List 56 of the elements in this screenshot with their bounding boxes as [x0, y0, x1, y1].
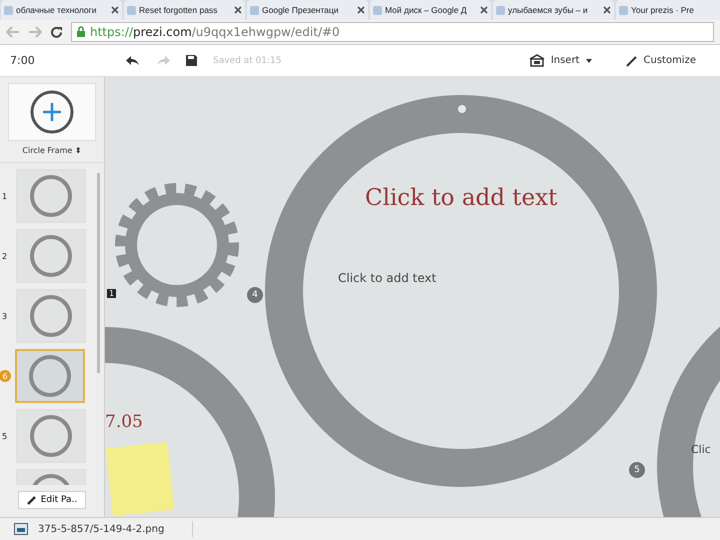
download-item[interactable]: 375-5-857/5-149-4-2.png [6, 521, 193, 537]
customize-button[interactable]: Customize [622, 52, 700, 68]
frame-title[interactable]: 7.05 [105, 412, 143, 432]
slide-thumbnail[interactable] [16, 469, 86, 485]
favicon-icon [250, 6, 259, 14]
lock-icon [76, 26, 86, 38]
insert-icon [528, 54, 545, 67]
saved-status: Saved at 01:15 [213, 56, 282, 66]
frame-title[interactable]: Click to add text [365, 185, 558, 211]
insert-button[interactable]: Insert [524, 52, 596, 69]
favicon-icon [496, 6, 505, 14]
path-marker[interactable]: 4 [247, 287, 263, 303]
slide-number: 3 [2, 312, 8, 320]
browser-tab[interactable]: Reset forgotten pass [124, 0, 245, 20]
close-icon[interactable] [234, 6, 242, 14]
undo-icon[interactable] [126, 56, 140, 66]
favicon-icon [4, 6, 13, 14]
caret-icon [586, 58, 592, 62]
image-file-icon [14, 523, 28, 535]
slide-thumbnail[interactable] [16, 409, 86, 463]
pencil-icon [626, 54, 638, 66]
browser-tab[interactable]: улыбаемся зубы – и [493, 0, 614, 20]
slide-thumbnail[interactable] [16, 229, 86, 283]
gear-icon [115, 183, 239, 307]
close-icon[interactable] [111, 6, 119, 14]
browser-tab[interactable]: Your prezis · Pre [616, 0, 720, 20]
browser-tab[interactable]: Мой диск – Google Д [370, 0, 491, 20]
slide-badge: 6 [0, 370, 11, 382]
slide-thumbnail[interactable] [15, 349, 85, 403]
add-circle-icon [29, 89, 75, 135]
favicon-icon [127, 6, 136, 14]
close-icon[interactable] [357, 6, 365, 14]
edit-path-button[interactable]: Edit Pa.. [18, 491, 86, 509]
frame-tag: 1 [107, 289, 116, 298]
slide-thumbnail[interactable] [16, 289, 86, 343]
frame-type-dropdown[interactable]: Circle Frame ⬍ [16, 145, 88, 156]
browser-tab[interactable]: облачные технологи [1, 0, 122, 20]
frame-body-text[interactable]: Click to add text [338, 271, 436, 285]
dot-icon [458, 105, 466, 113]
slide-number: 1 [2, 192, 8, 200]
time-label: 7:00 [10, 54, 36, 67]
slide-number: 5 [2, 432, 8, 440]
close-icon[interactable] [480, 6, 488, 14]
save-icon[interactable] [186, 55, 197, 66]
frame-body-text[interactable]: Clic [691, 443, 711, 456]
close-icon[interactable] [603, 6, 611, 14]
favicon-icon [373, 6, 382, 14]
slide-thumbnail[interactable] [16, 169, 86, 223]
address-field[interactable]: https://prezi.com/u9qqx1ehwgpw/edit/#0 [71, 22, 714, 42]
path-marker[interactable]: 5 [629, 462, 645, 478]
favicon-icon [619, 6, 628, 14]
add-frame-button[interactable] [8, 83, 96, 141]
pencil-icon [26, 496, 36, 504]
reload-icon[interactable] [50, 26, 63, 38]
slide-number: 2 [2, 252, 8, 260]
browser-tab[interactable]: Google Презентаци [247, 0, 368, 20]
